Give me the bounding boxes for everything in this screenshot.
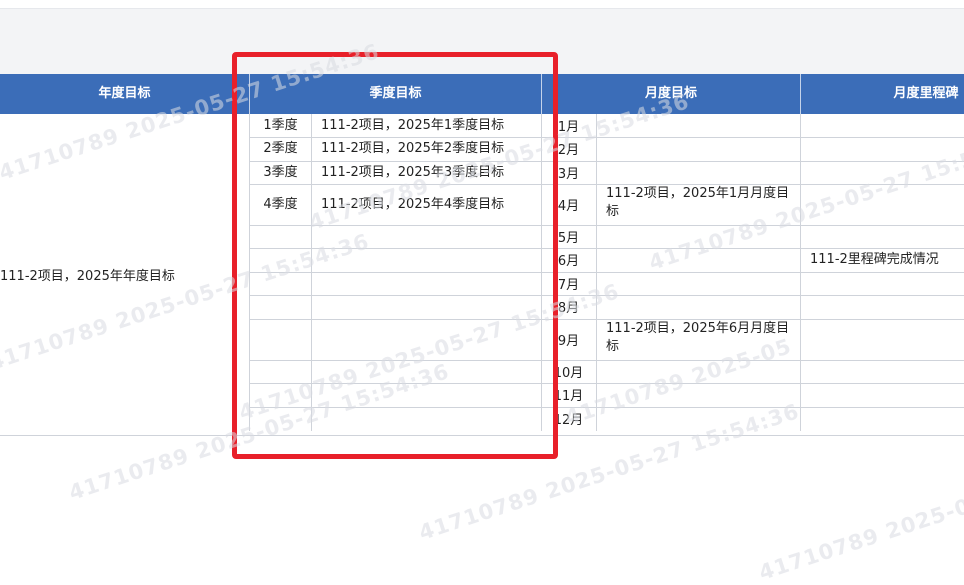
watermark-text: 41710789 2025-05-27 15:54:36 [756, 439, 964, 585]
month-milestone: 111-2里程碑完成情况 [810, 252, 939, 267]
annual-goal-cell: 111-2项目，2025年年度目标 [0, 269, 175, 284]
header-monthly-milestone: 月度里程碑 [893, 86, 959, 101]
top-bar [0, 0, 964, 9]
